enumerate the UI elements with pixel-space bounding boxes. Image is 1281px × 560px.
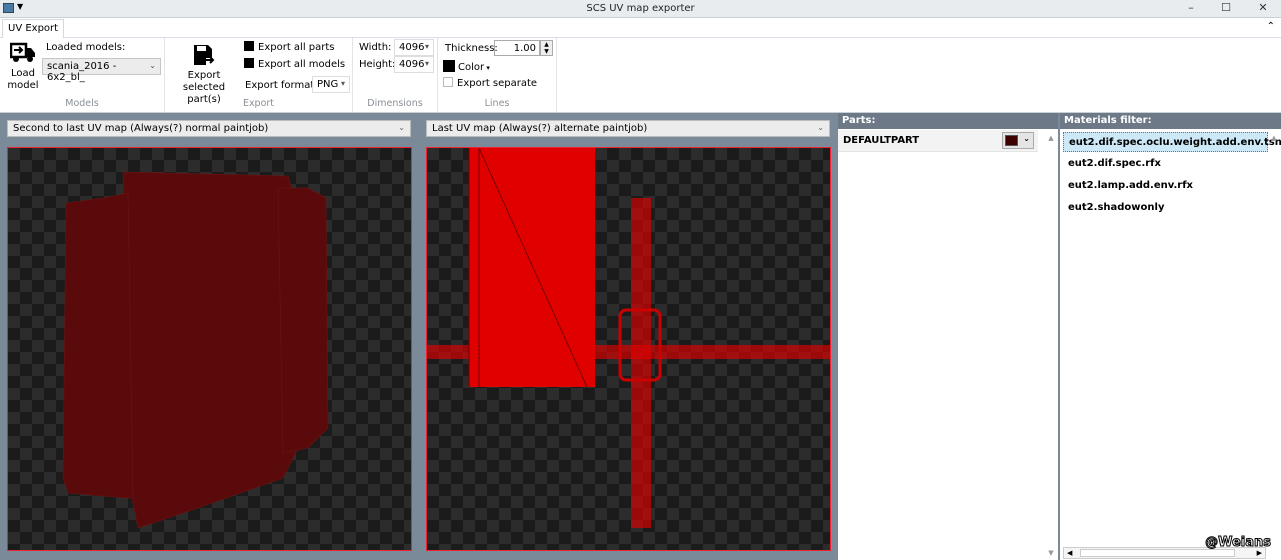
export-format-value: PNG: [317, 79, 339, 90]
right-uv-drawing: [427, 148, 830, 550]
save-arrow-icon: [194, 45, 215, 65]
left-uv-drawing: [8, 148, 411, 550]
material-item[interactable]: eut2.dif.spec.oclu.weight.add.env.tsnmap: [1063, 132, 1281, 152]
export-all-models-button[interactable]: Export all models: [244, 58, 345, 70]
group-label: Lines: [484, 98, 510, 109]
dropdown-arrow-icon: ▾: [424, 42, 429, 51]
width-dropdown[interactable]: 4096 ▾: [394, 39, 434, 56]
export-selected-button[interactable]: Export selected part(s): [167, 43, 241, 106]
uv-preview-area: Second to last UV map (Always(?) normal …: [0, 113, 837, 560]
loaded-models-value: scania_2016 - 6x2_bl_: [47, 61, 117, 83]
group-export: Export selected part(s) Export all parts…: [165, 38, 353, 112]
left-uv-map-dropdown[interactable]: Second to last UV map (Always(?) normal …: [7, 120, 411, 137]
save-all-icon: [244, 58, 254, 68]
export-all-parts-label: Export all parts: [258, 42, 335, 53]
chevron-down-icon: ⌄: [149, 61, 156, 70]
chevron-down-icon: ⌄: [817, 123, 824, 132]
right-uv-map-value: Last UV map (Always(?) alternate paintjo…: [432, 123, 648, 134]
right-uv-canvas[interactable]: [426, 147, 831, 551]
thickness-spinner[interactable]: ▲ ▼: [540, 40, 553, 56]
group-models: Load model Loaded models: scania_2016 - …: [0, 38, 165, 112]
collapse-ribbon-icon[interactable]: ⌃: [1267, 21, 1275, 32]
part-item[interactable]: DEFAULTPART ⌄: [838, 130, 1038, 152]
ribbon-tab-row: UV Export ⌃: [0, 18, 1281, 38]
load-model-button[interactable]: Load model: [4, 42, 42, 92]
part-color-picker[interactable]: ⌄: [1002, 132, 1034, 149]
loaded-models-dropdown[interactable]: scania_2016 - 6x2_bl_ ⌄: [42, 58, 161, 83]
watermark: @Weians: [1205, 535, 1272, 551]
width-value: 4096: [399, 42, 425, 53]
height-value: 4096: [399, 59, 425, 70]
color-swatch: [1005, 135, 1018, 146]
parts-scrollbar[interactable]: ▲ ▼: [1044, 129, 1058, 560]
height-dropdown[interactable]: 4096 ▾: [394, 56, 434, 73]
material-item[interactable]: eut2.shadowonly: [1063, 198, 1268, 218]
export-separate-label: Export separate: [457, 78, 538, 89]
export-separate-checkbox[interactable]: Export separate: [443, 77, 537, 89]
truck-icon: [9, 42, 35, 62]
thickness-input[interactable]: 1.00: [494, 40, 540, 56]
materials-vertical-scrollbar[interactable]: ▲: [1267, 129, 1281, 546]
export-all-parts-button[interactable]: Export all parts: [244, 41, 335, 53]
title-bar: ▼ SCS UV map exporter – ☐ ✕: [0, 0, 1281, 18]
material-item[interactable]: eut2.dif.spec.rfx: [1063, 154, 1268, 174]
dropdown-arrow-icon: ▾: [484, 64, 490, 72]
export-all-models-label: Export all models: [258, 59, 346, 70]
color-button[interactable]: Color ▾: [443, 60, 490, 73]
group-label: Dimensions: [367, 98, 423, 109]
group-label: Models: [65, 98, 99, 109]
part-name: DEFAULTPART: [843, 135, 920, 146]
parts-panel: Parts: DEFAULTPART ⌄ ▲ ▼: [838, 113, 1058, 560]
dropdown-arrow-icon: ▾: [340, 79, 345, 88]
ribbon: Load model Loaded models: scania_2016 - …: [0, 38, 1281, 113]
group-lines: Thickness: 1.00 ▲ ▼ Color ▾ Export separa…: [438, 38, 557, 112]
material-item[interactable]: eut2.lamp.add.env.rfx: [1063, 176, 1268, 196]
tab-uv-export[interactable]: UV Export: [2, 19, 65, 38]
color-swatch: [443, 60, 455, 72]
height-label: Height:: [359, 59, 396, 70]
export-format-label: Export format:: [245, 80, 318, 91]
group-dimensions: Width: 4096 ▾ Height: 4096 ▾ Dimensions: [353, 38, 438, 112]
width-label: Width:: [359, 42, 392, 53]
maximize-button[interactable]: ☐: [1211, 1, 1241, 17]
close-button[interactable]: ✕: [1248, 1, 1278, 17]
save-icon: [244, 41, 254, 51]
dropdown-arrow-icon: ▾: [424, 59, 429, 68]
export-format-dropdown[interactable]: PNG ▾: [312, 76, 350, 93]
materials-panel: Materials filter: eut2.dif.spec.oclu.wei…: [1060, 113, 1281, 560]
left-uv-map-value: Second to last UV map (Always(?) normal …: [13, 123, 269, 134]
group-label: Export: [242, 98, 275, 109]
chevron-down-icon: ⌄: [398, 123, 405, 132]
minimize-button[interactable]: –: [1176, 1, 1206, 17]
window-title: SCS UV map exporter: [586, 3, 695, 14]
chevron-down-icon: ⌄: [1023, 134, 1030, 143]
load-model-label: Load model: [7, 68, 39, 91]
materials-header: Materials filter:: [1060, 113, 1281, 129]
checkbox-box: [443, 77, 453, 87]
thickness-label: Thickness:: [445, 43, 498, 54]
right-uv-map-dropdown[interactable]: Last UV map (Always(?) alternate paintjo…: [426, 120, 830, 137]
loaded-models-label: Loaded models:: [46, 42, 126, 53]
color-label: Color: [458, 62, 485, 73]
parts-header: Parts:: [838, 113, 1058, 129]
left-uv-canvas[interactable]: [7, 147, 412, 551]
